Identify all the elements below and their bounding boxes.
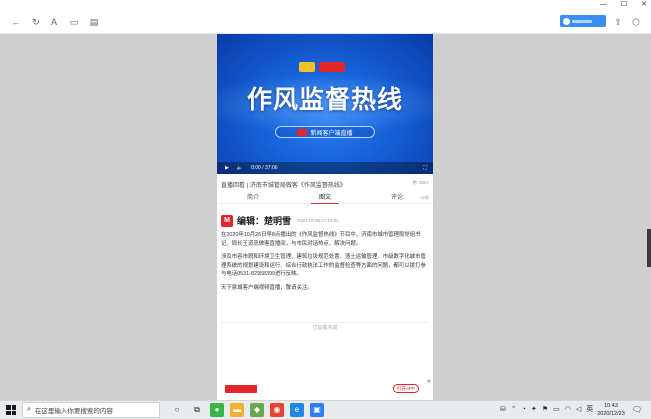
file-explorer-icon[interactable]: ▬ bbox=[230, 403, 244, 417]
extension-icon bbox=[563, 17, 570, 25]
client-logo bbox=[319, 62, 345, 72]
view-count-value: 3057 bbox=[418, 180, 429, 185]
clock-date: 2020/12/23 bbox=[597, 411, 625, 417]
video-time: 0:00 / 37:06 bbox=[251, 165, 278, 171]
tray-app-icon[interactable]: ◔ bbox=[522, 406, 526, 413]
task-view-icon[interactable]: ⧉ bbox=[190, 403, 204, 417]
video-controls: ▶ 🔈 0:00 / 37:06 ⛶ bbox=[217, 162, 433, 174]
chrome-icon[interactable]: ◉ bbox=[270, 403, 284, 417]
station-logo bbox=[299, 62, 315, 72]
tab-intro[interactable]: 简介 bbox=[217, 192, 289, 203]
window-titlebar: — ☐ ✕ bbox=[0, 0, 651, 10]
video-logos bbox=[299, 62, 345, 72]
paragraph: 天下泉城客户端视频直播，敬请关注。 bbox=[221, 284, 313, 291]
paragraph: 涉及市容市貌和环境卫生管理、建筑垃圾规范处置、渣土运输管理、市级数字化城市管理系… bbox=[221, 254, 426, 278]
comment-count: 22条 bbox=[420, 195, 429, 200]
editor-avatar: M bbox=[221, 214, 233, 227]
article-page: 作风监督热线 新闻客户端直播 ▶ 🔈 0:00 / 37:06 ⛶ 直播回看 |… bbox=[217, 34, 433, 400]
share-icon[interactable]: ⇪ bbox=[612, 16, 624, 28]
browser-toolbar: ← ↻ A ▭ ▤ ····· ⇪ ⬡ bbox=[0, 10, 651, 34]
tab-graphic[interactable]: 图文 bbox=[289, 192, 361, 204]
close-icon[interactable]: ✕ bbox=[427, 379, 431, 385]
editor-name: 编辑：楚明雪 bbox=[237, 216, 292, 226]
tray-app-icon[interactable]: ✦ bbox=[531, 405, 537, 413]
extension-label: ····· bbox=[572, 19, 592, 26]
article-title: 直播回看 | 济南市城管局做客《作风监督热线》 bbox=[221, 183, 346, 189]
browser-app-icon[interactable]: ▣ bbox=[310, 403, 324, 417]
window-controls: — ☐ ✕ bbox=[600, 0, 647, 10]
page-viewport: 作风监督热线 新闻客户端直播 ▶ 🔈 0:00 / 37:06 ⛶ 直播回看 |… bbox=[0, 34, 651, 400]
video-tagline-text: 新闻客户端直播 bbox=[310, 130, 353, 137]
clock-time: 10:43 bbox=[604, 403, 618, 409]
side-handle[interactable] bbox=[647, 229, 651, 267]
chevron-up-icon[interactable]: ⌃ bbox=[511, 405, 517, 413]
extension-button[interactable]: ····· bbox=[560, 15, 606, 27]
read-aloud-icon[interactable]: A bbox=[48, 16, 60, 28]
system-tray: ⛁ ⌃ ◔ ✦ ⚑ ▭ ◠ ◁ 英 bbox=[500, 404, 593, 414]
post-date: 2020-10-26 07:15:32 bbox=[297, 218, 339, 223]
maximize-icon[interactable]: ☐ bbox=[621, 0, 627, 10]
view-count: 👁 3057 bbox=[412, 180, 429, 185]
windows-taskbar: ⌕ 在这里输入你要搜索的内容 ○ ⧉ ● ▬ ◆ ◉ e ▣ ⛁ ⌃ ◔ ✦ ⚑… bbox=[0, 400, 651, 419]
video-headline: 作风监督热线 bbox=[246, 85, 403, 114]
open-app-button[interactable]: 打开APP bbox=[393, 384, 419, 393]
app-banner[interactable]: 打开APP ✕ bbox=[217, 377, 433, 400]
taskbar-apps: ○ ⧉ ● ▬ ◆ ◉ e ▣ bbox=[170, 403, 324, 417]
app-logo bbox=[225, 384, 257, 393]
network-icon[interactable]: ⛁ bbox=[500, 405, 506, 413]
paragraph: 在2020年10月26日早8点播出的《作风监督热线》节目中，济南市城市管理局党组… bbox=[221, 232, 421, 247]
tray-app-icon[interactable]: ⚑ bbox=[542, 405, 548, 413]
cortana-icon[interactable]: ○ bbox=[170, 403, 184, 417]
article-body: 在2020年10月26日早8点播出的《作风监督热线》节目中，济南市城市管理局党组… bbox=[221, 231, 429, 298]
minimize-icon[interactable]: — bbox=[600, 0, 607, 10]
search-placeholder: 在这里输入你要搜索的内容 bbox=[34, 408, 113, 415]
wechat-icon[interactable]: ● bbox=[210, 403, 224, 417]
taskbar-search[interactable]: ⌕ 在这里输入你要搜索的内容 bbox=[22, 402, 160, 418]
notification-icon[interactable]: 🗨 bbox=[632, 405, 642, 414]
divider bbox=[221, 322, 429, 323]
video-tagline: 新闻客户端直播 bbox=[275, 126, 375, 138]
client-mini-logo bbox=[297, 128, 308, 136]
play-icon[interactable]: ▶ bbox=[225, 165, 229, 171]
search-icon: ⌕ bbox=[27, 406, 31, 413]
fullscreen-icon[interactable]: ⛶ bbox=[423, 165, 427, 171]
tabs-icon[interactable]: ▭ bbox=[68, 16, 80, 28]
taskbar-clock[interactable]: 10:43 2020/12/23 bbox=[596, 402, 626, 418]
wifi-icon[interactable]: ◠ bbox=[565, 405, 571, 413]
video-player[interactable]: 作风监督热线 新闻客户端直播 ▶ 🔈 0:00 / 37:06 ⛶ bbox=[217, 34, 433, 174]
battery-icon[interactable]: ▭ bbox=[553, 405, 560, 413]
loaded-indicator: 已加载完成 bbox=[312, 325, 338, 331]
reload-icon[interactable]: ↻ bbox=[30, 16, 42, 28]
collections-icon[interactable]: ▤ bbox=[88, 16, 100, 28]
volume-icon[interactable]: ◁ bbox=[576, 405, 581, 413]
input-method-icon[interactable]: 英 bbox=[586, 404, 593, 414]
editor-row: M 编辑：楚明雪 2020-10-26 07:15:32 bbox=[221, 214, 339, 227]
article-tabs: 简介 图文 评论 bbox=[217, 192, 433, 204]
volume-icon[interactable]: 🔈 bbox=[237, 165, 243, 171]
close-icon[interactable]: ✕ bbox=[641, 0, 647, 10]
shield-icon[interactable]: ⬡ bbox=[630, 16, 642, 28]
back-arrow-icon[interactable]: ← bbox=[10, 16, 22, 28]
windows-start-icon[interactable] bbox=[6, 405, 16, 415]
app-icon[interactable]: ◆ bbox=[250, 403, 264, 417]
edge-icon[interactable]: e bbox=[290, 403, 304, 417]
